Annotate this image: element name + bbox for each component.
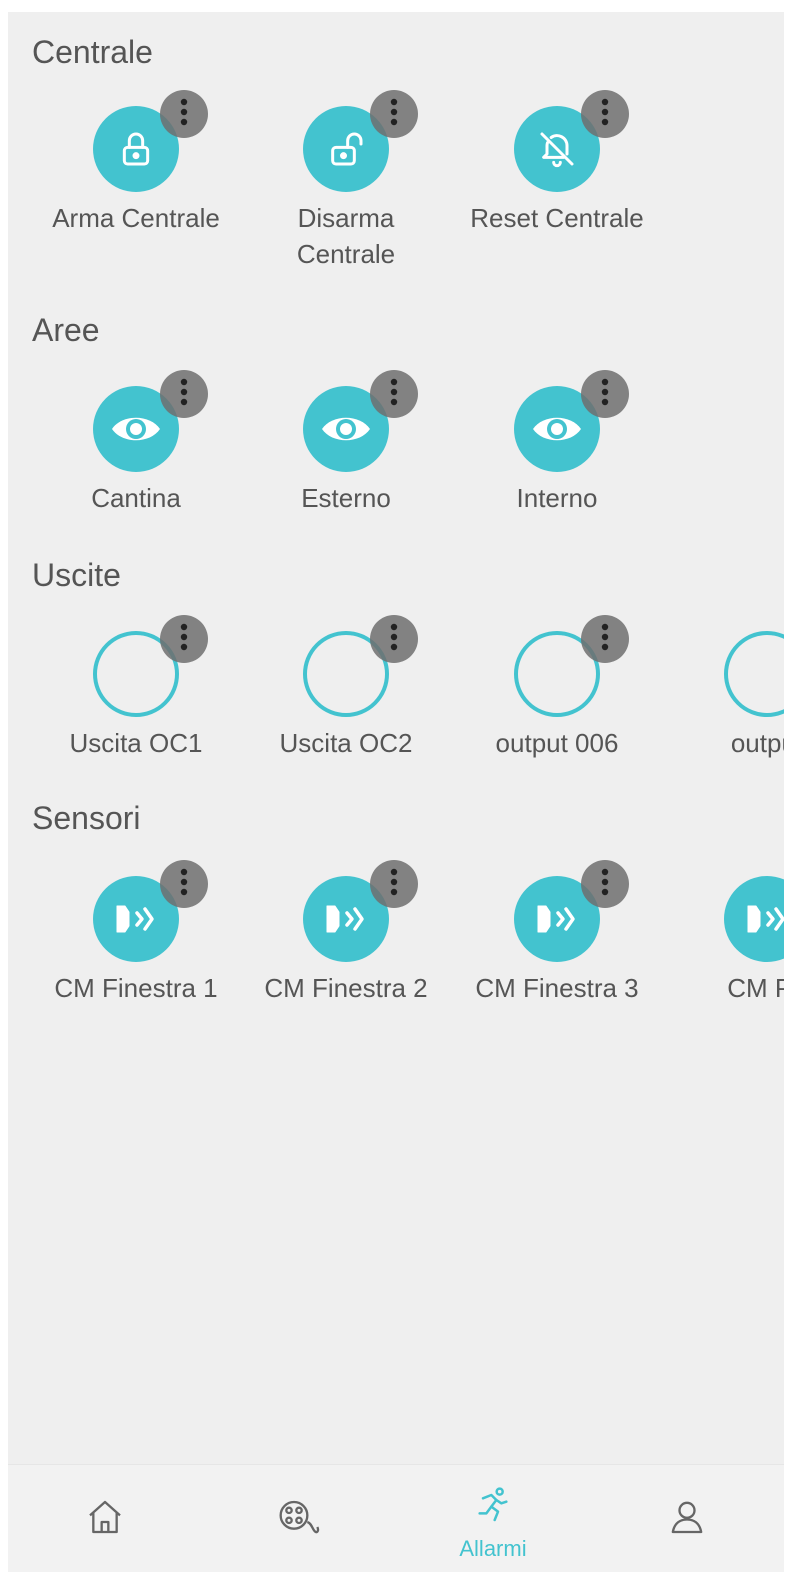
more-options-button[interactable]	[160, 90, 208, 138]
aree-row: Cantina Esterno Interno	[8, 370, 784, 572]
more-vertical-icon	[389, 867, 399, 902]
eye-icon	[110, 411, 162, 447]
nav-home[interactable]	[8, 1465, 202, 1572]
door-sensor-icon	[744, 902, 784, 936]
more-vertical-icon	[179, 97, 189, 132]
sensor-partial-item[interactable]: CM Po	[667, 862, 784, 1062]
section-title-centrale: Centrale	[32, 34, 153, 70]
nav-profile[interactable]	[590, 1465, 784, 1572]
section-title-sensori: Sensori	[32, 800, 141, 836]
output-006-label: output 006	[495, 728, 619, 758]
sensor-finestra-3-item[interactable]: CM Finestra 3	[457, 860, 657, 1062]
reset-centrale-item[interactable]: Reset Centrale	[457, 90, 657, 292]
more-vertical-icon	[600, 97, 610, 132]
home-icon	[85, 1497, 125, 1542]
reset-centrale-label: Reset Centrale	[470, 203, 644, 233]
sensor-finestra-1-item[interactable]: CM Finestra 1	[36, 860, 236, 1062]
eye-icon	[320, 411, 372, 447]
more-options-button[interactable]	[581, 615, 629, 663]
bottom-navigation-bar: Allarmi	[8, 1464, 784, 1572]
more-options-button[interactable]	[370, 90, 418, 138]
more-options-button[interactable]	[370, 370, 418, 418]
eye-icon	[531, 411, 583, 447]
more-options-button[interactable]	[160, 860, 208, 908]
sensor-finestra-2-item[interactable]: CM Finestra 2	[246, 860, 446, 1062]
area-cantina-item[interactable]: Cantina	[36, 370, 236, 572]
more-options-button[interactable]	[370, 860, 418, 908]
more-vertical-icon	[179, 377, 189, 412]
running-person-icon	[473, 1485, 513, 1530]
centrale-row: Arma Centrale Disarma Centrale Reset Cen…	[8, 90, 784, 292]
area-interno-item[interactable]: Interno	[457, 370, 657, 572]
section-title-uscite: Uscite	[32, 557, 121, 593]
more-vertical-icon	[179, 867, 189, 902]
sensori-row: CM Finestra 1 CM Finestra 2 CM Finestra …	[8, 860, 784, 1062]
user-icon	[667, 1497, 707, 1542]
more-options-button[interactable]	[370, 615, 418, 663]
more-options-button[interactable]	[160, 615, 208, 663]
alarm-screen: Centrale Arma Centrale Disarma Centrale …	[8, 12, 784, 1572]
output-oc1-item[interactable]: Uscita OC1	[36, 615, 236, 817]
door-sensor-icon	[323, 902, 369, 936]
output-partial-toggle[interactable]	[724, 631, 784, 717]
sensor-finestra-3-label: CM Finestra 3	[475, 973, 639, 1003]
sensor-finestra-1-label: CM Finestra 1	[54, 973, 218, 1003]
bell-off-icon	[537, 129, 577, 169]
nav-allarmi-label: Allarmi	[459, 1536, 527, 1561]
more-vertical-icon	[600, 377, 610, 412]
nav-allarmi[interactable]: Allarmi	[396, 1465, 590, 1572]
area-esterno-label: Esterno	[301, 483, 391, 513]
more-vertical-icon	[600, 622, 610, 657]
nav-media[interactable]	[202, 1465, 396, 1572]
output-partial-item[interactable]: output	[667, 617, 784, 817]
more-options-button[interactable]	[581, 370, 629, 418]
more-options-button[interactable]	[581, 860, 629, 908]
arma-centrale-label: Arma Centrale	[52, 203, 220, 233]
area-esterno-item[interactable]: Esterno	[246, 370, 446, 572]
arma-centrale-item[interactable]: Arma Centrale	[36, 90, 236, 292]
more-vertical-icon	[389, 377, 399, 412]
disarma-centrale-item[interactable]: Disarma Centrale	[246, 90, 446, 292]
area-cantina-label: Cantina	[91, 483, 181, 513]
more-vertical-icon	[389, 97, 399, 132]
door-sensor-icon	[113, 902, 159, 936]
area-interno-label: Interno	[516, 483, 598, 513]
uscite-row: Uscita OC1 Uscita OC2 output 006 outp	[8, 615, 784, 817]
output-006-item[interactable]: output 006	[457, 615, 657, 817]
output-oc2-item[interactable]: Uscita OC2	[246, 615, 446, 817]
disarma-centrale-label: Disarma Centrale	[296, 203, 396, 269]
output-partial-label: output	[730, 728, 784, 758]
sensor-finestra-2-label: CM Finestra 2	[264, 973, 428, 1003]
sensor-partial-label: CM Po	[727, 973, 784, 1003]
lock-icon	[116, 129, 156, 169]
media-icon	[277, 1497, 321, 1542]
more-vertical-icon	[179, 622, 189, 657]
sensor-partial-button[interactable]	[724, 876, 784, 962]
output-oc1-label: Uscita OC1	[69, 728, 203, 758]
more-vertical-icon	[389, 622, 399, 657]
unlock-icon	[326, 129, 366, 169]
output-oc2-label: Uscita OC2	[279, 728, 413, 758]
door-sensor-icon	[534, 902, 580, 936]
more-options-button[interactable]	[160, 370, 208, 418]
section-title-aree: Aree	[32, 312, 100, 348]
more-vertical-icon	[600, 867, 610, 902]
more-options-button[interactable]	[581, 90, 629, 138]
